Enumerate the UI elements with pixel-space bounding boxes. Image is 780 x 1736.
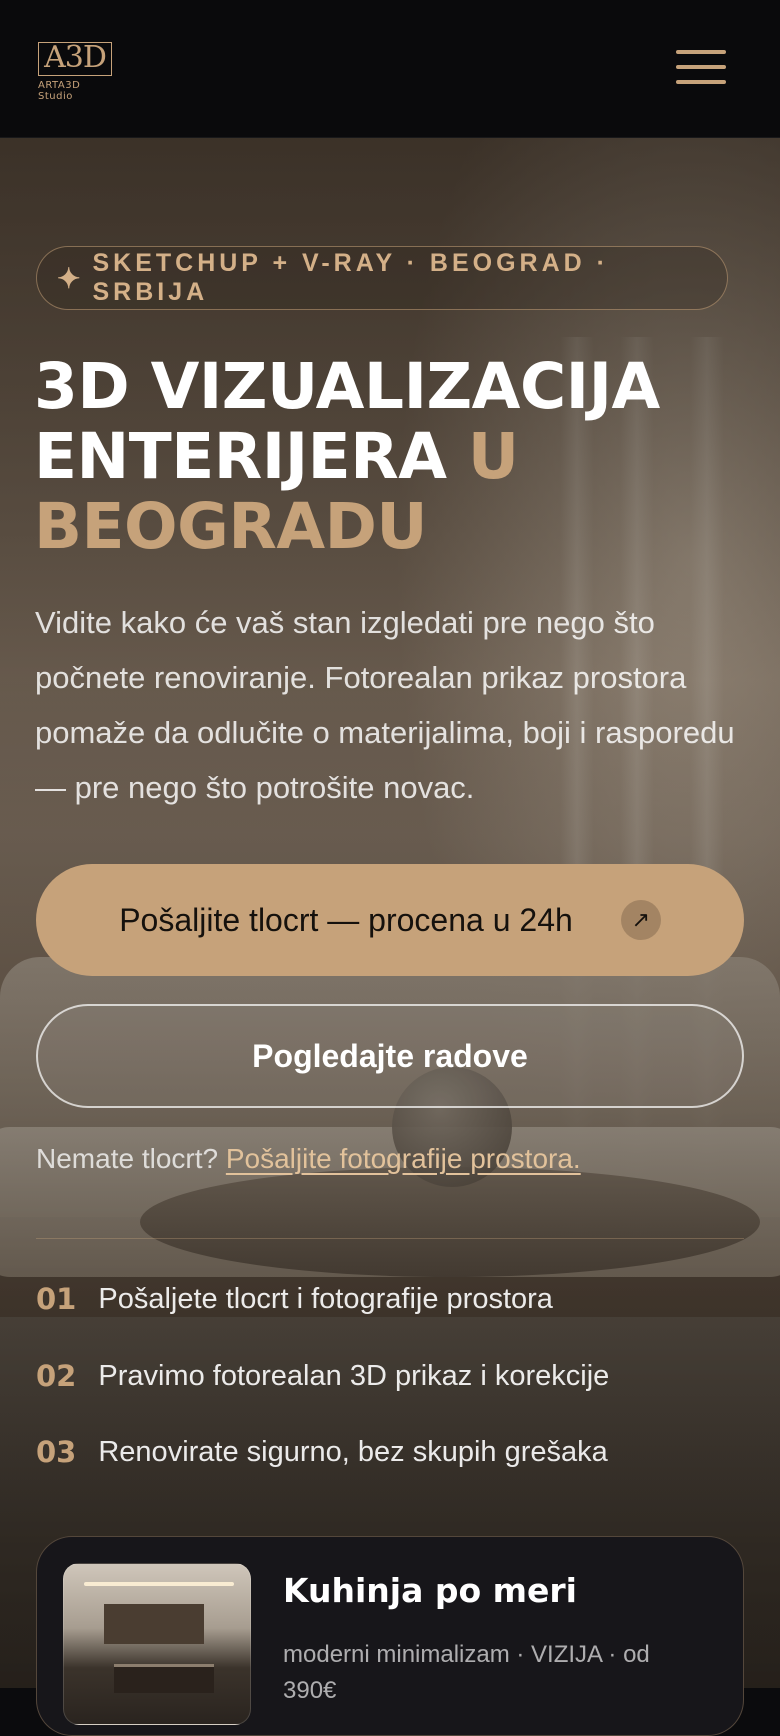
send-photos-link[interactable]: Pošaljite fotografije prostora. [226,1143,581,1174]
step-number: 01 [36,1282,77,1316]
process-step: 01 Pošaljete tlocrt i fotografije prosto… [36,1282,553,1316]
thumb-ceiling-light [84,1582,234,1586]
project-meta: moderni minimalizam · VIZIJA · od 390€ [283,1641,650,1704]
cta-primary-label: Pošaljite tlocrt — procena u 24h [119,901,573,938]
view-portfolio-button[interactable]: Pogledajte radove [36,1004,744,1108]
title-accent-inline: U [467,420,519,493]
process-step: 02 Pravimo fotorealan 3D prikaz i korekc… [36,1359,609,1393]
title-line-1: 3D VIZUALIZACIJA [34,350,660,423]
hero-description: Vidite kako će vaš stan izgledati pre ne… [35,605,735,805]
logo-mark: A3D [38,42,112,76]
thumb-kitchen-island [114,1664,214,1693]
location-badge: ✦ SKETCHUP + V-RAY · BEOGRAD · SRBIJA [36,246,728,310]
thumb-cabinet [104,1604,204,1644]
step-text: Renovirate sigurno, bez skupih grešaka [98,1435,608,1468]
no-floor-plan-note: Nemate tlocrt? Pošaljite fotografije pro… [36,1143,581,1175]
no-plan-text: Nemate tlocrt? [36,1143,226,1174]
title-accent-line: BEOGRADU [34,490,428,563]
cta-secondary-label: Pogledajte radove [252,1037,528,1074]
hamburger-menu-icon[interactable] [676,48,726,86]
hero-title: 3D VIZUALIZACIJA ENTERIJERA U BEOGRADU [34,352,754,562]
title-line-2: ENTERIJERA [34,420,468,493]
badge-text: SKETCHUP + V-RAY · BEOGRAD · SRBIJA [92,249,609,306]
menu-line [676,50,726,54]
step-number: 02 [36,1359,77,1393]
arrow-up-right-icon: ↗ [620,900,661,940]
brand-logo[interactable]: A3D ARTA3D Studio [38,42,118,102]
menu-line [676,80,726,84]
logo-subtitle: ARTA3D Studio [38,80,81,102]
top-navigation-bar: A3D ARTA3D Studio [0,0,780,138]
project-title: Kuhinja po meri [283,1571,577,1610]
sparkle-icon: ✦ [57,262,81,294]
step-text: Pravimo fotorealan 3D prikaz i korekcije [98,1359,610,1392]
process-step: 03 Renovirate sigurno, bez skupih grešak… [36,1435,608,1469]
step-text: Pošaljete tlocrt i fotografije prostora [98,1282,553,1315]
project-card[interactable]: Kuhinja po meri moderni minimalizam · VI… [36,1536,744,1736]
menu-line [676,65,726,69]
step-number: 03 [36,1435,77,1469]
divider [36,1238,744,1239]
send-floor-plan-button[interactable]: Pošaljite tlocrt — procena u 24h ↗ [36,864,744,976]
project-thumbnail [63,1563,251,1725]
